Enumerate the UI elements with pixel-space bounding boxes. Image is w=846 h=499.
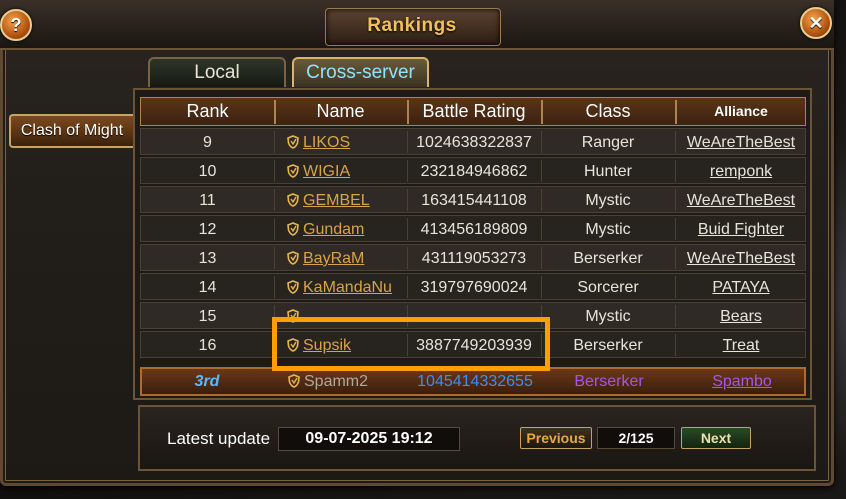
- row-name[interactable]: BayRaM: [274, 245, 407, 272]
- header-alliance: Alliance: [714, 103, 768, 119]
- row-alliance[interactable]: Buid Fighter: [675, 216, 807, 243]
- shield-icon: [287, 135, 299, 149]
- previous-button[interactable]: Previous: [520, 427, 592, 449]
- latest-update-label: Latest update: [167, 429, 271, 448]
- table-row: 10 WIGIA 232184946862 Hunter remponk: [140, 157, 806, 184]
- table-row: 12 Gundam 413456189809 Mystic Buid Fighter: [140, 215, 806, 242]
- highlight-box: [272, 317, 550, 371]
- my-battle-rating: 1045414332655: [417, 373, 533, 390]
- sidebar-item-clash-of-might[interactable]: Clash of Might: [9, 114, 133, 148]
- row-name[interactable]: GEMBEL: [274, 187, 407, 214]
- row-rank: 12: [198, 221, 217, 238]
- shield-icon: [287, 164, 299, 178]
- my-name[interactable]: Spamm2: [275, 369, 408, 394]
- row-name-text[interactable]: Gundam: [303, 221, 364, 238]
- row-rank: 13: [198, 250, 217, 267]
- table-row: 9 LIKOS 1024638322837 Ranger WeAreTheBest: [140, 128, 806, 155]
- row-battle-rating: 431119053273: [421, 250, 527, 267]
- shield-icon: [287, 280, 299, 294]
- shield-icon: [287, 193, 299, 207]
- table-row: 13 BayRaM 431119053273 Berserker WeAreTheBes…: [140, 244, 806, 271]
- row-name[interactable]: KaMandaNu: [274, 274, 407, 301]
- tab-local[interactable]: Local: [148, 57, 286, 87]
- shield-icon: [288, 374, 300, 388]
- row-name-text[interactable]: LIKOS: [303, 134, 350, 151]
- row-rank: 11: [199, 192, 216, 209]
- row-battle-rating: 319797690024: [420, 279, 528, 296]
- row-class: Mystic: [585, 308, 631, 325]
- row-alliance[interactable]: WeAreTheBest: [675, 187, 807, 214]
- row-alliance[interactable]: PATAYA: [675, 274, 807, 301]
- shield-icon: [287, 222, 299, 236]
- table-row: 11 GEMBEL 163415441108 Mystic WeAreTheBest: [140, 186, 806, 213]
- header-class: Class: [585, 101, 631, 121]
- row-class: Hunter: [583, 163, 633, 180]
- my-name-text: Spamm2: [304, 373, 369, 390]
- header-battle-rating: Battle Rating: [422, 101, 526, 121]
- tab-cross-server[interactable]: Cross-server: [292, 57, 429, 87]
- row-class: Mystic: [585, 192, 631, 209]
- row-name-text[interactable]: BayRaM: [303, 250, 364, 267]
- latest-update-value: 09-07-2025 19:12: [278, 427, 460, 451]
- row-class: Berserker: [573, 337, 643, 354]
- window-title: Rankings: [367, 15, 457, 36]
- row-name-text[interactable]: GEMBEL: [303, 192, 370, 209]
- row-name-text[interactable]: WIGIA: [303, 163, 350, 180]
- my-rank-row: 3rd Spamm2 1045414332655 Berserker Spamb…: [140, 367, 806, 396]
- row-name-text[interactable]: KaMandaNu: [303, 279, 392, 296]
- row-rank: 9: [203, 134, 212, 151]
- row-rank: 10: [198, 163, 217, 180]
- my-class: Berserker: [574, 373, 644, 390]
- row-alliance[interactable]: Bears: [675, 303, 807, 330]
- row-class: Sorcerer: [577, 279, 639, 296]
- row-alliance[interactable]: WeAreTheBest: [675, 129, 807, 156]
- page-indicator: 2/125: [597, 427, 675, 449]
- my-alliance[interactable]: Spambo: [676, 369, 808, 394]
- row-class: Ranger: [581, 134, 635, 151]
- row-name[interactable]: WIGIA: [274, 158, 407, 185]
- header-name: Name: [316, 101, 365, 121]
- row-battle-rating: 1024638322837: [416, 134, 532, 151]
- close-button[interactable]: ✕: [800, 7, 832, 39]
- table-header: Rank Name Battle Rating Class Alliance: [140, 97, 806, 126]
- row-rank: 16: [198, 337, 217, 354]
- row-name[interactable]: Gundam: [274, 216, 407, 243]
- row-rank: 14: [198, 279, 217, 296]
- next-button[interactable]: Next: [681, 427, 751, 449]
- row-battle-rating: 413456189809: [420, 221, 528, 238]
- row-battle-rating: 163415441108: [421, 192, 527, 209]
- header-rank: Rank: [186, 101, 229, 121]
- shield-icon: [287, 251, 299, 265]
- row-alliance[interactable]: WeAreTheBest: [675, 245, 807, 272]
- row-battle-rating: 232184946862: [420, 163, 528, 180]
- help-button[interactable]: ?: [0, 9, 32, 41]
- row-alliance[interactable]: remponk: [675, 158, 807, 185]
- row-rank: 15: [198, 308, 217, 325]
- row-alliance[interactable]: Treat: [675, 332, 807, 359]
- row-class: Mystic: [585, 221, 631, 238]
- row-name[interactable]: LIKOS: [274, 129, 407, 156]
- row-class: Berserker: [573, 250, 643, 267]
- table-row: 14 KaMandaNu 319797690024 Sorcerer PATAYA: [140, 273, 806, 300]
- my-rank: 3rd: [194, 373, 220, 390]
